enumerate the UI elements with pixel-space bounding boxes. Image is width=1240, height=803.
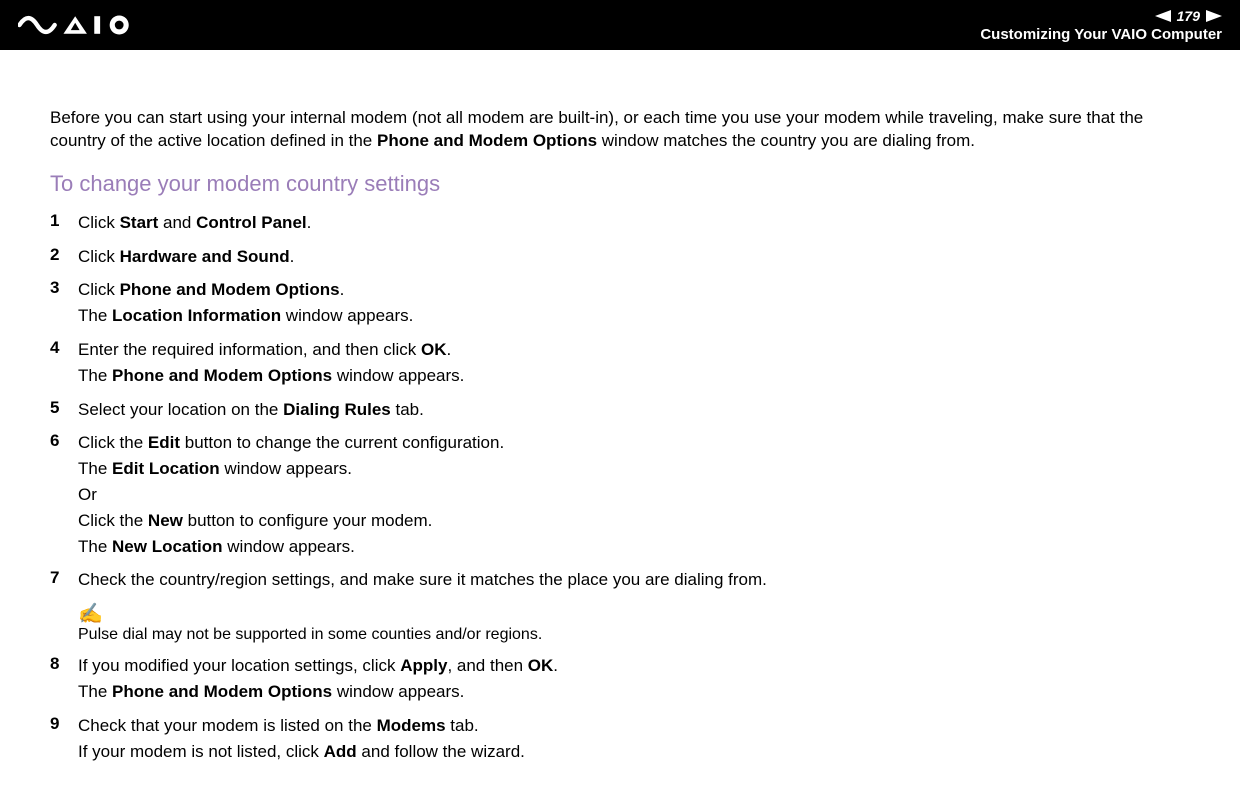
step-9: 9 Check that your modem is listed on the… bbox=[50, 714, 1190, 766]
step-number: 6 bbox=[50, 431, 78, 451]
step-text: . bbox=[290, 247, 295, 266]
step-bold: Add bbox=[324, 742, 357, 761]
step-text: window appears. bbox=[332, 682, 464, 701]
step-text: window appears. bbox=[281, 306, 413, 325]
header-subtitle: Customizing Your VAIO Computer bbox=[980, 26, 1222, 43]
step-text: Enter the required information, and then… bbox=[78, 340, 421, 359]
step-text: window appears. bbox=[332, 366, 464, 385]
page-navigation: 179 bbox=[1155, 8, 1222, 24]
step-number: 9 bbox=[50, 714, 78, 734]
step-text: The bbox=[78, 366, 112, 385]
step-number: 8 bbox=[50, 654, 78, 674]
intro-paragraph: Before you can start using your internal… bbox=[50, 107, 1190, 153]
step-bold: Edit Location bbox=[112, 459, 220, 478]
step-text: The bbox=[78, 537, 112, 556]
step-bold: Apply bbox=[400, 656, 447, 675]
vaio-logo-svg bbox=[18, 14, 179, 36]
step-body: Click the Edit button to change the curr… bbox=[78, 431, 1190, 560]
step-text: tab. bbox=[391, 400, 424, 419]
step-1: 1 Click Start and Control Panel. bbox=[50, 211, 1190, 237]
step-text: window appears. bbox=[223, 537, 355, 556]
note-icon: ✍ bbox=[78, 604, 1190, 624]
step-text: The bbox=[78, 682, 112, 701]
page-number: 179 bbox=[1175, 8, 1202, 24]
next-page-arrow-icon[interactable] bbox=[1206, 10, 1222, 22]
step-text: The bbox=[78, 306, 112, 325]
step-text: Or bbox=[78, 485, 97, 504]
step-number: 2 bbox=[50, 245, 78, 265]
step-body: Click Hardware and Sound. bbox=[78, 245, 1190, 271]
step-bold: Location Information bbox=[112, 306, 281, 325]
note-block: ✍ Pulse dial may not be supported in som… bbox=[78, 604, 1190, 644]
step-7: 7 Check the country/region settings, and… bbox=[50, 568, 1190, 594]
step-text: . bbox=[340, 280, 345, 299]
step-3: 3 Click Phone and Modem Options. The Loc… bbox=[50, 278, 1190, 330]
step-bold: OK bbox=[528, 656, 554, 675]
step-bold: Control Panel bbox=[196, 213, 307, 232]
step-body: Check the country/region settings, and m… bbox=[78, 568, 1190, 594]
intro-bold-1: Phone and Modem Options bbox=[377, 131, 597, 150]
step-number: 1 bbox=[50, 211, 78, 231]
note-text: Pulse dial may not be supported in some … bbox=[78, 626, 1190, 644]
header-right: 179 Customizing Your VAIO Computer bbox=[980, 8, 1222, 43]
vaio-logo bbox=[18, 14, 179, 36]
step-bold: Dialing Rules bbox=[283, 400, 391, 419]
step-text: , and then bbox=[447, 656, 527, 675]
step-bold: New bbox=[148, 511, 183, 530]
step-text: . bbox=[553, 656, 558, 675]
step-body: Check that your modem is listed on the M… bbox=[78, 714, 1190, 766]
step-text: Check that your modem is listed on the bbox=[78, 716, 377, 735]
steps-list: 1 Click Start and Control Panel. 2 Click… bbox=[50, 211, 1190, 766]
step-text: Click the bbox=[78, 433, 148, 452]
step-text: Check the country/region settings, and m… bbox=[78, 570, 767, 589]
step-text: Select your location on the bbox=[78, 400, 283, 419]
step-bold: Modems bbox=[377, 716, 446, 735]
step-body: If you modified your location settings, … bbox=[78, 654, 1190, 706]
step-bold: Hardware and Sound bbox=[120, 247, 290, 266]
step-text: Click bbox=[78, 213, 120, 232]
step-text: If your modem is not listed, click bbox=[78, 742, 324, 761]
step-text: . bbox=[307, 213, 312, 232]
step-text: and bbox=[158, 213, 196, 232]
step-bold: Start bbox=[120, 213, 159, 232]
step-8: 8 If you modified your location settings… bbox=[50, 654, 1190, 706]
step-text: tab. bbox=[446, 716, 479, 735]
step-text: Click bbox=[78, 247, 120, 266]
step-text: button to configure your modem. bbox=[183, 511, 432, 530]
step-body: Click Start and Control Panel. bbox=[78, 211, 1190, 237]
prev-page-arrow-icon[interactable] bbox=[1155, 10, 1171, 22]
step-bold: New Location bbox=[112, 537, 223, 556]
step-4: 4 Enter the required information, and th… bbox=[50, 338, 1190, 390]
step-5: 5 Select your location on the Dialing Ru… bbox=[50, 398, 1190, 424]
step-body: Select your location on the Dialing Rule… bbox=[78, 398, 1190, 424]
step-6: 6 Click the Edit button to change the cu… bbox=[50, 431, 1190, 560]
step-text: window appears. bbox=[220, 459, 352, 478]
page-header: 179 Customizing Your VAIO Computer bbox=[0, 0, 1240, 50]
step-text: and follow the wizard. bbox=[357, 742, 525, 761]
section-heading: To change your modem country settings bbox=[50, 171, 1190, 197]
step-text: If you modified your location settings, … bbox=[78, 656, 400, 675]
step-number: 4 bbox=[50, 338, 78, 358]
step-text: Click the bbox=[78, 511, 148, 530]
step-bold: Phone and Modem Options bbox=[112, 682, 332, 701]
step-bold: Phone and Modem Options bbox=[112, 366, 332, 385]
step-bold: Edit bbox=[148, 433, 180, 452]
page-content: Before you can start using your internal… bbox=[0, 50, 1240, 803]
step-2: 2 Click Hardware and Sound. bbox=[50, 245, 1190, 271]
intro-text-2: window matches the country you are diali… bbox=[597, 131, 975, 150]
step-text: The bbox=[78, 459, 112, 478]
step-text: . bbox=[447, 340, 452, 359]
step-body: Click Phone and Modem Options. The Locat… bbox=[78, 278, 1190, 330]
step-body: Enter the required information, and then… bbox=[78, 338, 1190, 390]
step-bold: OK bbox=[421, 340, 447, 359]
step-number: 3 bbox=[50, 278, 78, 298]
step-number: 5 bbox=[50, 398, 78, 418]
step-number: 7 bbox=[50, 568, 78, 588]
step-bold: Phone and Modem Options bbox=[120, 280, 340, 299]
step-text: Click bbox=[78, 280, 120, 299]
step-text: button to change the current configurati… bbox=[180, 433, 504, 452]
